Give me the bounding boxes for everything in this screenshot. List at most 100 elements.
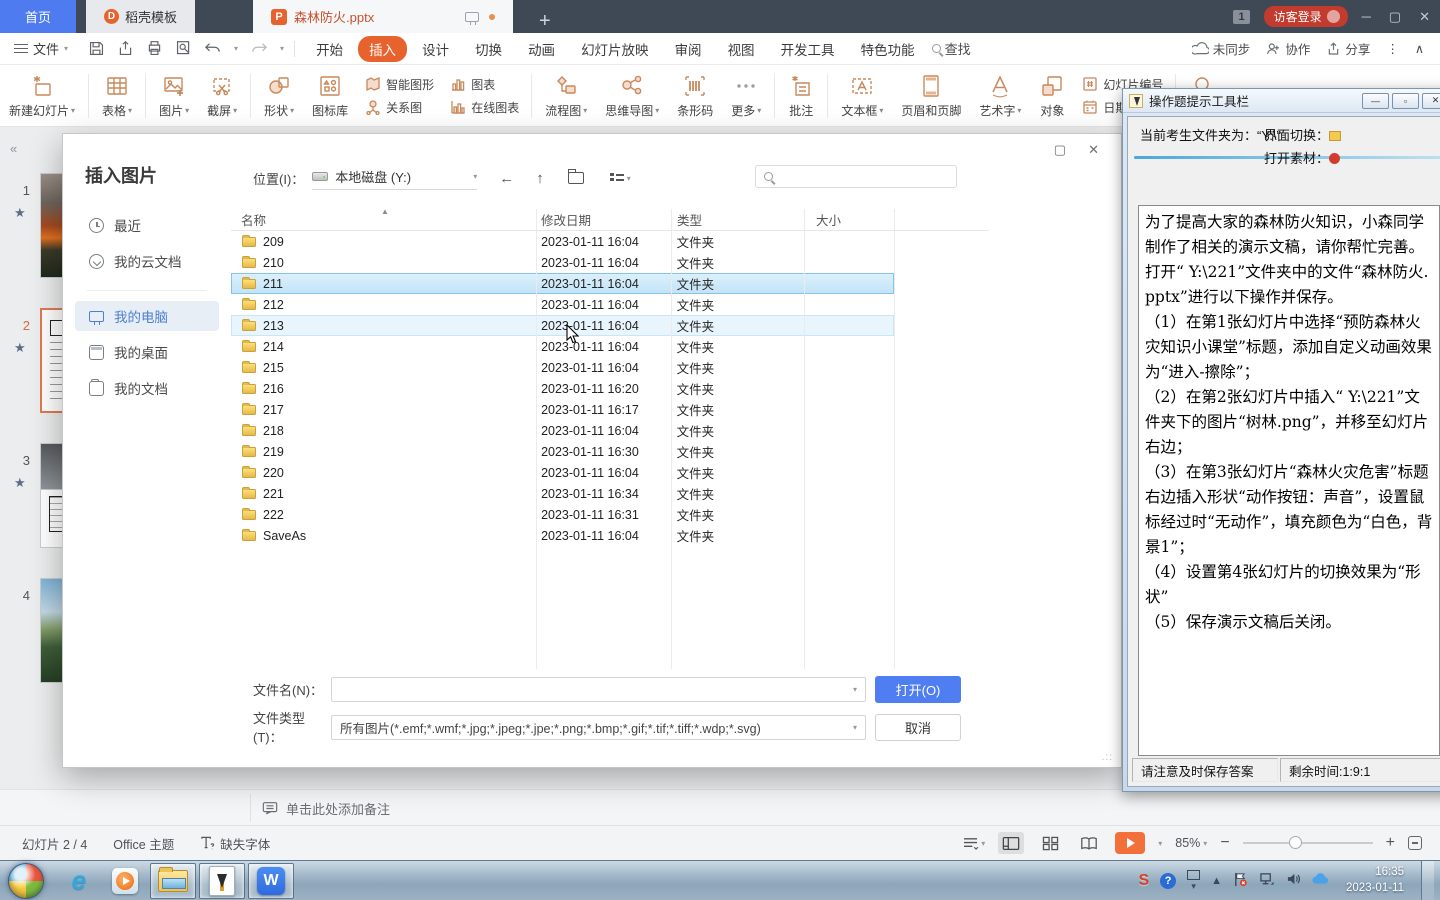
help-tray-icon[interactable]: ? bbox=[1160, 872, 1177, 889]
undo-button[interactable] bbox=[204, 41, 222, 57]
tab-home[interactable]: 首页 bbox=[0, 0, 76, 33]
slide-thumbnail-item[interactable]: 3 ★ bbox=[0, 443, 62, 548]
chart-button[interactable]: 图表 bbox=[450, 76, 519, 93]
dialog-sidebar-item[interactable]: 我的文档 bbox=[75, 373, 219, 403]
more-menu-button[interactable]: ⋮ bbox=[1386, 41, 1399, 56]
more-button[interactable]: 更多 ▾ bbox=[722, 68, 770, 124]
explorer-taskbar-button[interactable] bbox=[150, 862, 196, 899]
table-row[interactable]: 209 2023-01-11 16:04 文件夹 bbox=[231, 231, 894, 252]
dialog-sidebar-item[interactable]: 我的桌面 bbox=[75, 337, 219, 367]
theme-label[interactable]: Office 主题 bbox=[113, 834, 174, 853]
start-button[interactable] bbox=[8, 862, 44, 899]
table-row[interactable]: 217 2023-01-11 16:17 文件夹 bbox=[231, 399, 894, 420]
icon-library-button[interactable]: 图标库 bbox=[303, 68, 357, 124]
text-box-button[interactable]: 文本框 ▾ bbox=[832, 68, 892, 124]
table-row[interactable]: 222 2023-01-11 16:31 文件夹 bbox=[231, 504, 894, 525]
barcode-button[interactable]: 条形码 bbox=[668, 68, 722, 124]
guest-login-button[interactable]: 访客登录 bbox=[1263, 6, 1348, 27]
picture-button[interactable]: 图片 ▾ bbox=[150, 68, 198, 124]
slide-thumbnail-item[interactable]: 2 ★ bbox=[0, 308, 62, 413]
slide-thumbnail[interactable] bbox=[40, 578, 62, 683]
file-menu-button[interactable]: 文件 ▾ bbox=[0, 39, 78, 58]
table-row[interactable]: 210 2023-01-11 16:04 文件夹 bbox=[231, 252, 894, 273]
zoom-slider[interactable] bbox=[1242, 836, 1373, 849]
action-center-flag-icon[interactable] bbox=[1233, 872, 1248, 890]
online-chart-button[interactable]: 在线图表 bbox=[450, 99, 519, 116]
zoom-in-button[interactable]: + bbox=[1386, 834, 1395, 852]
comment-button[interactable]: 批注 bbox=[779, 68, 823, 124]
zoom-out-button[interactable]: − bbox=[1220, 834, 1229, 852]
maximize-button[interactable]: ▢ bbox=[1389, 9, 1401, 25]
zoom-slider-knob[interactable] bbox=[1288, 836, 1302, 849]
ribbon-tab[interactable]: 动画 bbox=[517, 36, 566, 62]
undo-caret[interactable]: ▾ bbox=[234, 44, 238, 53]
slide-thumbnail-item[interactable]: 1 ★ bbox=[0, 173, 62, 278]
sync-status[interactable]: 未同步 bbox=[1191, 39, 1250, 58]
network-tray-icon[interactable] bbox=[1259, 872, 1275, 889]
collapse-ribbon-button[interactable]: ∧ bbox=[1415, 41, 1424, 56]
panel-restore-button[interactable]: ▫ bbox=[1392, 92, 1419, 109]
cancel-button[interactable]: 取消 bbox=[875, 713, 961, 741]
save-button[interactable] bbox=[88, 40, 105, 57]
tab-document[interactable]: P 森林防火.pptx bbox=[253, 0, 514, 33]
open-material-icon[interactable] bbox=[1329, 152, 1341, 164]
taskbar-clock[interactable]: 16:35 2023-01-11 bbox=[1346, 865, 1404, 896]
print-preview-button[interactable] bbox=[175, 40, 192, 57]
filename-input[interactable]: ▾ bbox=[331, 677, 866, 702]
ribbon-tab[interactable]: 视图 bbox=[717, 36, 766, 62]
ribbon-tab[interactable]: 切换 bbox=[464, 36, 513, 62]
table-row[interactable]: 219 2023-01-11 16:30 文件夹 bbox=[231, 441, 894, 462]
table-button[interactable]: 表格 ▾ bbox=[93, 68, 141, 124]
table-row[interactable]: 216 2023-01-11 16:20 文件夹 bbox=[231, 378, 894, 399]
flowchart-button[interactable]: 流程图 ▾ bbox=[536, 68, 596, 124]
ribbon-tab[interactable]: 开发工具 bbox=[770, 36, 846, 62]
ui-switch-icon[interactable] bbox=[1329, 131, 1342, 141]
tab-docer[interactable]: D 稻壳模板 bbox=[86, 0, 196, 33]
table-row[interactable]: 214 2023-01-11 16:04 文件夹 bbox=[231, 336, 894, 357]
language-tray-icon[interactable]: ▾ bbox=[1187, 869, 1201, 892]
internet-explorer-icon[interactable]: e bbox=[58, 862, 100, 900]
dialog-sidebar-item[interactable]: 最近 bbox=[75, 210, 219, 240]
missing-font-button[interactable]: 缺失字体 bbox=[200, 834, 270, 853]
show-desktop-button[interactable] bbox=[1421, 860, 1434, 900]
task-helper-titlebar[interactable]: 操作题提示工具栏 — ▫ ✕ bbox=[1123, 89, 1440, 113]
table-row[interactable]: 218 2023-01-11 16:04 文件夹 bbox=[231, 420, 894, 441]
wps-taskbar-button[interactable]: W bbox=[248, 862, 294, 899]
table-row[interactable]: 212 2023-01-11 16:04 文件夹 bbox=[231, 294, 894, 315]
open-material-label[interactable]: 打开素材： bbox=[1264, 151, 1341, 166]
slide-thumbnail[interactable] bbox=[40, 173, 62, 278]
dialog-resize-handle[interactable]: .:: bbox=[1102, 752, 1113, 763]
column-size[interactable]: 大小 bbox=[804, 210, 894, 229]
mindmap-button[interactable]: 思维导图 ▾ bbox=[596, 68, 668, 124]
cloud-tray-icon[interactable] bbox=[1312, 873, 1329, 888]
fit-slide-button[interactable] bbox=[1408, 836, 1422, 850]
object-button[interactable]: 对象 bbox=[1030, 68, 1074, 124]
zoom-level-button[interactable]: 85% ▾ bbox=[1175, 836, 1207, 850]
share-button[interactable]: 分享 bbox=[1326, 39, 1370, 58]
sogou-tray-icon[interactable]: S bbox=[1138, 872, 1149, 890]
filetype-select[interactable]: 所有图片(*.emf;*.wmf;*.jpg;*.jpeg;*.jpe;*.pn… bbox=[331, 714, 866, 740]
column-type[interactable]: 类型 bbox=[671, 210, 804, 229]
screenshot-button[interactable]: 截屏 ▾ bbox=[198, 68, 246, 124]
ribbon-tab[interactable]: 审阅 bbox=[664, 36, 713, 62]
view-mode-button[interactable]: ▾ bbox=[609, 172, 631, 184]
media-player-icon[interactable] bbox=[104, 862, 146, 900]
dialog-search-input[interactable] bbox=[755, 165, 957, 188]
dialog-sidebar-item[interactable]: 我的电脑 bbox=[75, 301, 219, 331]
play-options-caret[interactable]: ▾ bbox=[1158, 839, 1162, 848]
table-row[interactable]: 211 2023-01-11 16:04 文件夹 bbox=[231, 273, 894, 294]
ribbon-tab[interactable]: 插入 bbox=[358, 35, 408, 62]
minimize-button[interactable]: ─ bbox=[1362, 9, 1371, 25]
show-hidden-icons-button[interactable]: ▲ bbox=[1211, 875, 1222, 887]
close-button[interactable]: ✕ bbox=[1419, 9, 1430, 25]
back-button[interactable]: ← bbox=[499, 170, 514, 187]
panel-close-button[interactable]: ✕ bbox=[1422, 92, 1440, 109]
view-normal-button[interactable] bbox=[998, 832, 1025, 854]
view-slide-sorter-button[interactable] bbox=[1037, 832, 1063, 854]
new-slide-button[interactable]: 新建幻灯片 ▾ bbox=[0, 68, 84, 124]
collaborate-button[interactable]: 协作 bbox=[1266, 39, 1310, 58]
new-folder-button[interactable] bbox=[567, 169, 584, 184]
table-row[interactable]: 213 2023-01-11 16:04 文件夹 bbox=[231, 315, 894, 336]
slide-thumbnail[interactable] bbox=[40, 443, 62, 548]
ui-switch-label[interactable]: 界面切换： bbox=[1264, 128, 1342, 143]
